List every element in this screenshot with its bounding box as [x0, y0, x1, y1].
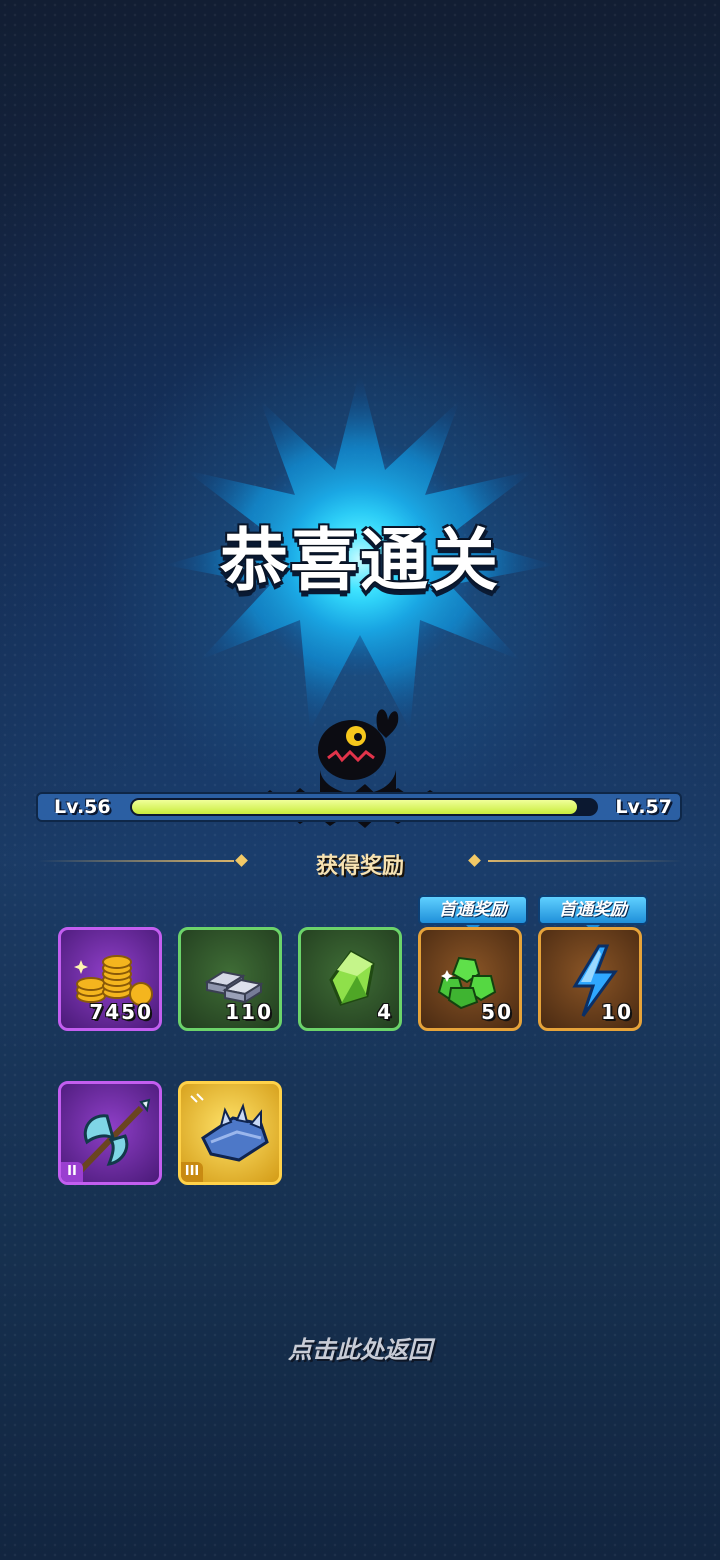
- reward-gold-coins[interactable]: 7450: [58, 927, 162, 1031]
- divider-right: [488, 860, 682, 862]
- reward-quantity: 10: [601, 1000, 633, 1024]
- current-level-label: Lv.56: [54, 796, 111, 818]
- progress-track: [130, 798, 598, 816]
- equipment-battle-axe[interactable]: II: [58, 1081, 162, 1185]
- first-clear-badge: 首通奖励: [418, 895, 528, 932]
- level-progress-bar: Lv.56 Lv.57: [36, 792, 682, 822]
- next-level-label: Lv.57: [615, 796, 672, 818]
- equipment-tier: II: [61, 1162, 83, 1182]
- reward-quantity: 50: [481, 1000, 513, 1024]
- stage-clear-title: 恭喜通关: [219, 522, 500, 601]
- reward-green-crystal[interactable]: 4: [298, 927, 402, 1031]
- rewards-header: 获得奖励: [315, 854, 404, 879]
- reward-iron-ingots[interactable]: 110: [178, 927, 282, 1031]
- reward-energy-bolt[interactable]: 10: [538, 927, 642, 1031]
- tap-to-return-button[interactable]: 点击此处返回: [0, 1330, 720, 1365]
- reward-emerald-gems[interactable]: 50: [418, 927, 522, 1031]
- reward-quantity: 4: [377, 1000, 393, 1024]
- progress-fill: [132, 800, 577, 814]
- equipment-tier: III: [181, 1162, 203, 1182]
- first-clear-badge: 首通奖励: [538, 895, 648, 932]
- equipment-spiked-gauntlet[interactable]: III: [178, 1081, 282, 1185]
- reward-quantity: 7450: [89, 1000, 153, 1024]
- reward-quantity: 110: [225, 1000, 273, 1024]
